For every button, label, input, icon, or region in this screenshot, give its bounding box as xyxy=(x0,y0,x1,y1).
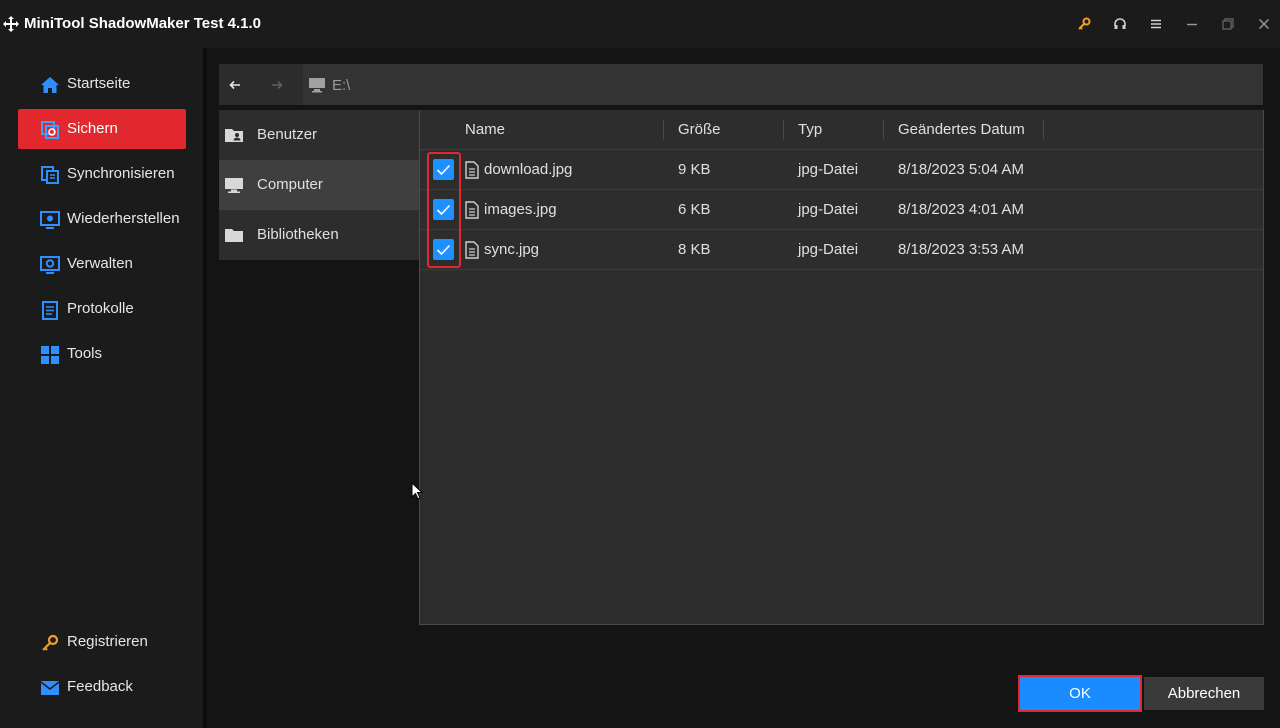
column-header-size[interactable]: Größe xyxy=(678,121,721,138)
back-button[interactable] xyxy=(224,74,246,96)
file-type: jpg-Datei xyxy=(798,241,859,258)
file-date: 8/18/2023 5:04 AM xyxy=(898,161,1024,178)
tree-item-computer[interactable]: Computer xyxy=(219,160,419,210)
key-icon[interactable] xyxy=(1074,14,1094,34)
tools-icon xyxy=(41,346,59,364)
app-title: MiniTool ShadowMaker Test 4.1.0 xyxy=(24,15,261,32)
file-name: download.jpg xyxy=(484,161,573,178)
path-text: E:\ xyxy=(332,77,351,94)
sidebar-item-sichern[interactable]: Sichern xyxy=(18,109,186,149)
table-row[interactable]: sync.jpg 8 KB jpg-Datei 8/18/2023 3:53 A… xyxy=(420,230,1263,270)
log-icon xyxy=(42,301,58,320)
sidebar-item-protokolle[interactable]: Protokolle xyxy=(18,289,186,329)
computer-icon xyxy=(225,178,243,193)
mail-icon xyxy=(40,681,60,695)
file-date: 8/18/2023 3:53 AM xyxy=(898,241,1024,258)
forward-button[interactable] xyxy=(266,74,288,96)
column-separator[interactable] xyxy=(1043,120,1044,140)
menu-icon[interactable] xyxy=(1146,14,1166,34)
sidebar-item-tools[interactable]: Tools xyxy=(18,334,186,374)
cancel-button[interactable]: Abbrechen xyxy=(1144,677,1264,710)
arrow-left-icon xyxy=(229,80,240,90)
title-bar: MiniTool ShadowMaker Test 4.1.0 xyxy=(0,0,1280,48)
mouse-cursor-icon xyxy=(411,482,423,500)
file-type: jpg-Datei xyxy=(798,161,859,178)
arrow-right-icon xyxy=(272,80,283,90)
manage-icon xyxy=(40,256,60,274)
file-size: 9 KB xyxy=(678,161,711,178)
column-header-name[interactable]: Name xyxy=(465,121,505,138)
checkmark-icon xyxy=(436,204,451,215)
sidebar-item-verwalten[interactable]: Verwalten xyxy=(18,244,186,284)
restore-icon xyxy=(40,211,60,229)
ok-button[interactable]: OK xyxy=(1018,675,1142,712)
computer-icon xyxy=(309,78,325,93)
row-checkbox[interactable] xyxy=(433,239,454,260)
sidebar-item-feedback[interactable]: Feedback xyxy=(18,667,186,707)
file-icon xyxy=(465,201,479,219)
file-type: jpg-Datei xyxy=(798,201,859,218)
minimize-icon[interactable] xyxy=(1182,14,1202,34)
tree-item-benutzer[interactable]: Benutzer xyxy=(219,110,419,160)
sidebar: Startseite Sichern Synchronisieren Wiede… xyxy=(0,48,203,728)
file-icon xyxy=(465,161,479,179)
file-size: 6 KB xyxy=(678,201,711,218)
column-separator[interactable] xyxy=(783,120,784,140)
table-row[interactable]: download.jpg 9 KB jpg-Datei 8/18/2023 5:… xyxy=(420,150,1263,190)
file-name: sync.jpg xyxy=(484,241,540,258)
path-toolbar: E:\ xyxy=(219,64,1263,105)
file-list: Name Größe Typ Geändertes Datum download… xyxy=(419,110,1264,625)
folder-icon xyxy=(225,229,243,242)
file-date: 8/18/2023 4:01 AM xyxy=(898,201,1024,218)
user-folder-icon xyxy=(225,129,243,142)
path-field[interactable]: E:\ xyxy=(303,64,1263,105)
column-header-type[interactable]: Typ xyxy=(798,121,822,138)
column-separator[interactable] xyxy=(883,120,884,140)
file-list-header: Name Größe Typ Geändertes Datum xyxy=(420,110,1263,150)
key-icon xyxy=(42,634,59,651)
table-row[interactable]: images.jpg 6 KB jpg-Datei 8/18/2023 4:01… xyxy=(420,190,1263,230)
file-icon xyxy=(465,241,479,259)
home-icon xyxy=(41,77,59,93)
checkmark-icon xyxy=(436,244,451,255)
headset-icon[interactable] xyxy=(1110,14,1130,34)
location-tree: Benutzer Computer Bibliotheken xyxy=(219,110,419,260)
close-icon[interactable] xyxy=(1254,14,1274,34)
sidebar-item-synchronisieren[interactable]: Synchronisieren xyxy=(18,154,186,194)
column-separator[interactable] xyxy=(663,120,664,140)
column-header-date[interactable]: Geändertes Datum xyxy=(898,121,1025,138)
sidebar-item-wiederherstellen[interactable]: Wiederherstellen xyxy=(18,199,186,239)
sidebar-item-registrieren[interactable]: Registrieren xyxy=(18,622,186,662)
row-checkbox[interactable] xyxy=(433,199,454,220)
sidebar-item-startseite[interactable]: Startseite xyxy=(18,64,186,104)
tree-item-bibliotheken[interactable]: Bibliotheken xyxy=(219,210,419,260)
checkmark-icon xyxy=(436,164,451,175)
file-name: images.jpg xyxy=(484,201,557,218)
backup-icon xyxy=(41,121,59,139)
sync-icon xyxy=(41,166,59,184)
file-size: 8 KB xyxy=(678,241,711,258)
restore-icon[interactable] xyxy=(1218,14,1238,34)
row-checkbox[interactable] xyxy=(433,159,454,180)
app-logo-icon xyxy=(3,16,19,32)
